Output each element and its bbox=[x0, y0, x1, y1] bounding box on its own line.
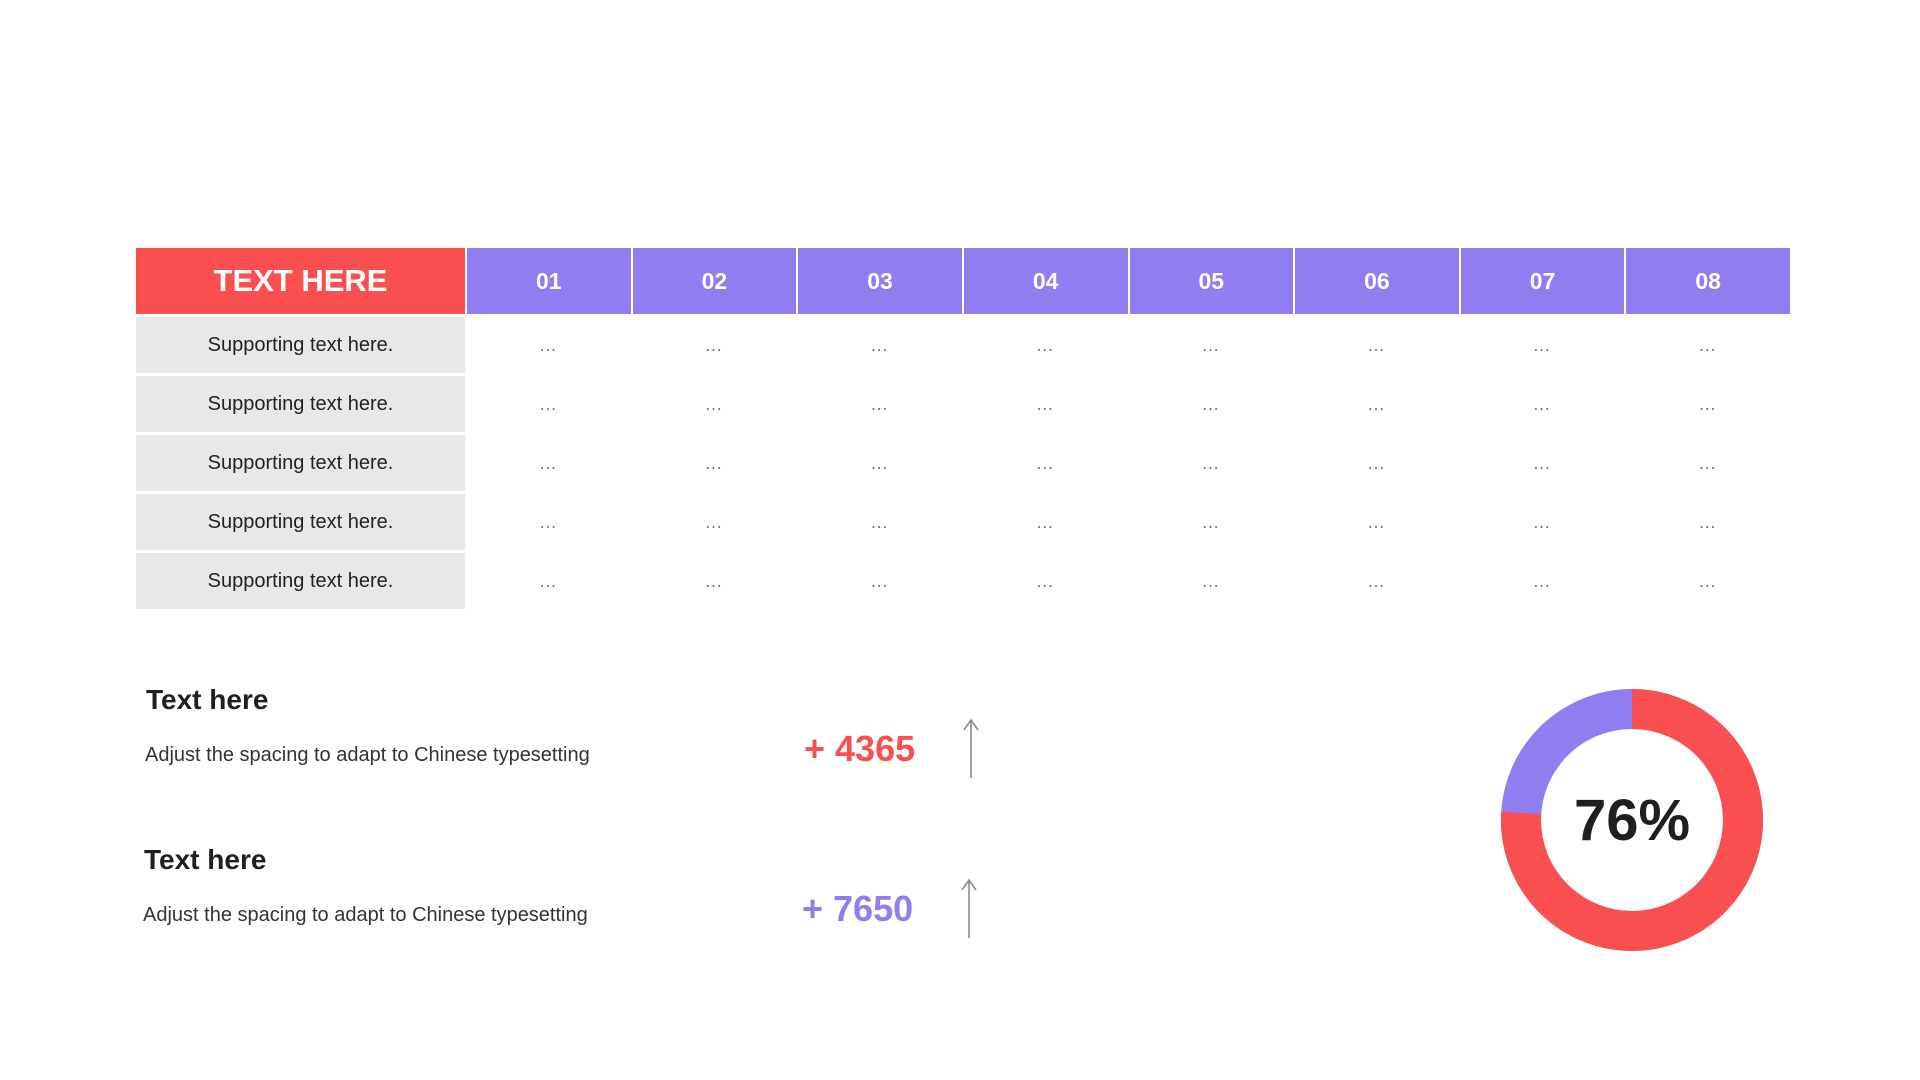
stat-title: Text here bbox=[146, 684, 269, 715]
column-header-01: 01 bbox=[465, 248, 631, 314]
table-cell: … bbox=[1532, 452, 1551, 473]
column-header-06: 06 bbox=[1293, 248, 1459, 314]
table-cell: … bbox=[870, 393, 889, 414]
table-cell: … bbox=[1201, 511, 1220, 532]
column-header-05: 05 bbox=[1127, 248, 1294, 314]
column-header-07: 07 bbox=[1458, 248, 1625, 314]
table-cell: … bbox=[1698, 393, 1717, 414]
stat-title: Text here bbox=[144, 844, 267, 875]
table-cell: … bbox=[1035, 511, 1054, 532]
column-header-04: 04 bbox=[961, 248, 1128, 314]
table-cell: … bbox=[870, 334, 889, 355]
row-label: Supporting text here. bbox=[136, 376, 465, 432]
arrow-up-icon bbox=[963, 718, 979, 778]
table-cell: … bbox=[1532, 393, 1551, 414]
column-header-02: 02 bbox=[630, 248, 797, 314]
table-cell: … bbox=[1698, 334, 1717, 355]
table-cell: … bbox=[1035, 452, 1054, 473]
donut-percent-label: 76% bbox=[1573, 787, 1691, 853]
table-cell: … bbox=[870, 452, 889, 473]
table-cell: … bbox=[1366, 393, 1385, 414]
table-cell: … bbox=[704, 570, 723, 591]
table-cell: … bbox=[1366, 334, 1385, 355]
arrow-up-icon bbox=[961, 878, 977, 938]
table-cell: … bbox=[1532, 511, 1551, 532]
stat-description: Adjust the spacing to adapt to Chinese t… bbox=[143, 904, 588, 926]
table-cell: … bbox=[1035, 393, 1054, 414]
table-cell: … bbox=[870, 511, 889, 532]
table-cell: … bbox=[1201, 393, 1220, 414]
table-cell: … bbox=[704, 452, 723, 473]
column-header-03: 03 bbox=[796, 248, 962, 314]
table-cell: … bbox=[538, 570, 557, 591]
table-cell: … bbox=[1201, 452, 1220, 473]
table-cell: … bbox=[1366, 511, 1385, 532]
row-label: Supporting text here. bbox=[136, 317, 465, 373]
table-cell: … bbox=[1698, 511, 1717, 532]
data-table: TEXT HERE 01 02 03 04 05 06 07 08 Suppor… bbox=[136, 248, 1790, 609]
stat-value: + 7650 bbox=[802, 888, 914, 929]
table-cell: … bbox=[1532, 334, 1551, 355]
table-cell: … bbox=[704, 334, 723, 355]
table-cell: … bbox=[704, 393, 723, 414]
table-cell: … bbox=[1035, 570, 1054, 591]
column-header-08: 08 bbox=[1624, 248, 1790, 314]
table-cell: … bbox=[538, 393, 557, 414]
table-cell: … bbox=[538, 511, 557, 532]
table-cell: … bbox=[704, 511, 723, 532]
row-label: Supporting text here. bbox=[136, 553, 465, 609]
table-cell: … bbox=[870, 570, 889, 591]
table-cell: … bbox=[1201, 570, 1220, 591]
table-cell: … bbox=[1366, 570, 1385, 591]
stat-value: + 4365 bbox=[804, 728, 916, 769]
donut-chart: 76% bbox=[1500, 688, 1764, 952]
stat-description: Adjust the spacing to adapt to Chinese t… bbox=[145, 744, 590, 766]
table-cell: … bbox=[538, 334, 557, 355]
table-cell: … bbox=[1366, 452, 1385, 473]
table-cell: … bbox=[1201, 334, 1220, 355]
table-cell: … bbox=[538, 452, 557, 473]
table-header-main: TEXT HERE bbox=[136, 248, 465, 314]
table-cell: … bbox=[1698, 452, 1717, 473]
table-cell: … bbox=[1698, 570, 1717, 591]
table-cell: … bbox=[1532, 570, 1551, 591]
table-cell: … bbox=[1035, 334, 1054, 355]
row-label: Supporting text here. bbox=[136, 494, 465, 550]
row-label: Supporting text here. bbox=[136, 435, 465, 491]
